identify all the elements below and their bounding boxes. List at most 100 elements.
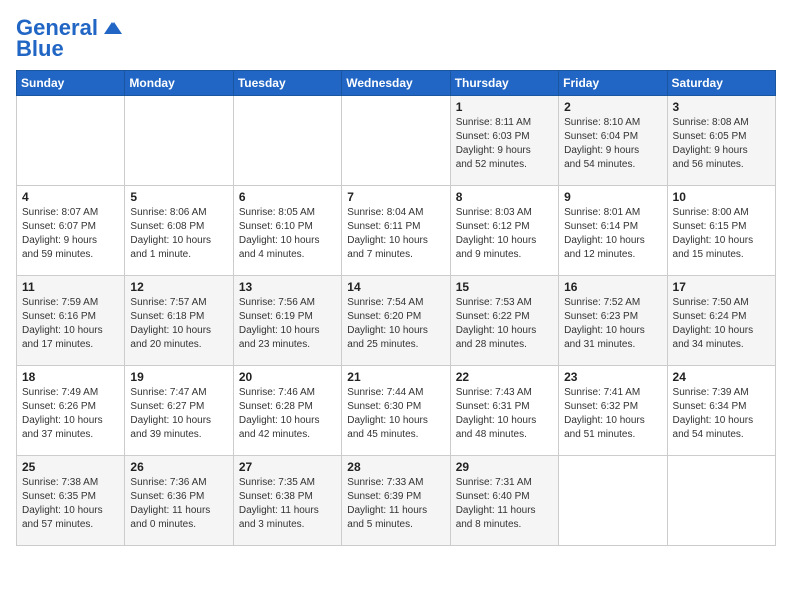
day-number: 24 (673, 370, 770, 384)
day-info: Sunrise: 7:44 AM Sunset: 6:30 PM Dayligh… (347, 386, 444, 442)
calendar-cell (233, 96, 341, 186)
day-number: 17 (673, 280, 770, 294)
day-number: 2 (564, 100, 661, 114)
day-header-monday: Monday (125, 71, 233, 96)
day-info: Sunrise: 8:03 AM Sunset: 6:12 PM Dayligh… (456, 206, 553, 262)
day-info: Sunrise: 7:56 AM Sunset: 6:19 PM Dayligh… (239, 296, 336, 352)
calendar-cell: 1 Sunrise: 8:11 AM Sunset: 6:03 PM Daylig… (450, 96, 558, 186)
calendar-cell: 10Sunrise: 8:00 AM Sunset: 6:15 PM Dayli… (667, 186, 775, 276)
calendar-header-row: SundayMondayTuesdayWednesdayThursdayFrid… (17, 71, 776, 96)
day-number: 5 (130, 190, 227, 204)
day-info: Sunrise: 7:52 AM Sunset: 6:23 PM Dayligh… (564, 296, 661, 352)
day-header-sunday: Sunday (17, 71, 125, 96)
calendar-week-1: 1 Sunrise: 8:11 AM Sunset: 6:03 PM Daylig… (17, 96, 776, 186)
day-info: Sunrise: 7:39 AM Sunset: 6:34 PM Dayligh… (673, 386, 770, 442)
day-number: 27 (239, 460, 336, 474)
day-info: Sunrise: 7:33 AM Sunset: 6:39 PM Dayligh… (347, 476, 444, 532)
day-number: 11 (22, 280, 119, 294)
day-info: Sunrise: 7:36 AM Sunset: 6:36 PM Dayligh… (130, 476, 227, 532)
day-header-tuesday: Tuesday (233, 71, 341, 96)
day-number: 19 (130, 370, 227, 384)
day-info: Sunrise: 8:08 AM Sunset: 6:05 PM Dayligh… (673, 116, 770, 172)
calendar-cell: 12 Sunrise: 7:57 AM Sunset: 6:18 PM Dayli… (125, 276, 233, 366)
calendar-cell: 19 Sunrise: 7:47 AM Sunset: 6:27 PM Dayli… (125, 366, 233, 456)
day-info: Sunrise: 7:59 AM Sunset: 6:16 PM Dayligh… (22, 296, 119, 352)
calendar-cell: 11 Sunrise: 7:59 AM Sunset: 6:16 PM Dayli… (17, 276, 125, 366)
day-info: Sunrise: 7:38 AM Sunset: 6:35 PM Dayligh… (22, 476, 119, 532)
day-number: 13 (239, 280, 336, 294)
calendar-cell (342, 96, 450, 186)
day-number: 20 (239, 370, 336, 384)
day-info: Sunrise: 7:57 AM Sunset: 6:18 PM Dayligh… (130, 296, 227, 352)
calendar-cell: 18 Sunrise: 7:49 AM Sunset: 6:26 PM Dayli… (17, 366, 125, 456)
calendar-cell: 4 Sunrise: 8:07 AM Sunset: 6:07 PM Daylig… (17, 186, 125, 276)
calendar-cell: 7 Sunrise: 8:04 AM Sunset: 6:11 PM Daylig… (342, 186, 450, 276)
calendar-cell (17, 96, 125, 186)
day-number: 12 (130, 280, 227, 294)
day-header-friday: Friday (559, 71, 667, 96)
day-number: 8 (456, 190, 553, 204)
day-info: Sunrise: 8:07 AM Sunset: 6:07 PM Dayligh… (22, 206, 119, 262)
day-number: 18 (22, 370, 119, 384)
calendar-cell: 3 Sunrise: 8:08 AM Sunset: 6:05 PM Daylig… (667, 96, 775, 186)
calendar-table: SundayMondayTuesdayWednesdayThursdayFrid… (16, 70, 776, 546)
day-info: Sunrise: 8:04 AM Sunset: 6:11 PM Dayligh… (347, 206, 444, 262)
day-number: 26 (130, 460, 227, 474)
day-number: 14 (347, 280, 444, 294)
calendar-cell: 14 Sunrise: 7:54 AM Sunset: 6:20 PM Dayli… (342, 276, 450, 366)
calendar-cell: 28Sunrise: 7:33 AM Sunset: 6:39 PM Dayli… (342, 456, 450, 546)
calendar-cell: 13 Sunrise: 7:56 AM Sunset: 6:19 PM Dayli… (233, 276, 341, 366)
calendar-cell: 15Sunrise: 7:53 AM Sunset: 6:22 PM Dayli… (450, 276, 558, 366)
day-number: 4 (22, 190, 119, 204)
day-number: 22 (456, 370, 553, 384)
day-number: 29 (456, 460, 553, 474)
day-info: Sunrise: 8:01 AM Sunset: 6:14 PM Dayligh… (564, 206, 661, 262)
logo-icon (100, 16, 124, 40)
day-header-thursday: Thursday (450, 71, 558, 96)
calendar-cell: 21 Sunrise: 7:44 AM Sunset: 6:30 PM Dayli… (342, 366, 450, 456)
calendar-cell: 16 Sunrise: 7:52 AM Sunset: 6:23 PM Dayli… (559, 276, 667, 366)
day-number: 7 (347, 190, 444, 204)
day-info: Sunrise: 7:41 AM Sunset: 6:32 PM Dayligh… (564, 386, 661, 442)
day-info: Sunrise: 8:05 AM Sunset: 6:10 PM Dayligh… (239, 206, 336, 262)
day-number: 21 (347, 370, 444, 384)
day-number: 1 (456, 100, 553, 114)
calendar-cell (667, 456, 775, 546)
day-info: Sunrise: 7:31 AM Sunset: 6:40 PM Dayligh… (456, 476, 553, 532)
day-number: 23 (564, 370, 661, 384)
calendar-week-2: 4 Sunrise: 8:07 AM Sunset: 6:07 PM Daylig… (17, 186, 776, 276)
day-info: Sunrise: 7:47 AM Sunset: 6:27 PM Dayligh… (130, 386, 227, 442)
day-info: Sunrise: 8:11 AM Sunset: 6:03 PM Dayligh… (456, 116, 553, 172)
calendar-cell: 25 Sunrise: 7:38 AM Sunset: 6:35 PM Dayli… (17, 456, 125, 546)
calendar-cell: 20 Sunrise: 7:46 AM Sunset: 6:28 PM Dayli… (233, 366, 341, 456)
calendar-cell: 17 Sunrise: 7:50 AM Sunset: 6:24 PM Dayli… (667, 276, 775, 366)
calendar-cell: 8 Sunrise: 8:03 AM Sunset: 6:12 PM Daylig… (450, 186, 558, 276)
day-info: Sunrise: 7:54 AM Sunset: 6:20 PM Dayligh… (347, 296, 444, 352)
calendar-cell: 29 Sunrise: 7:31 AM Sunset: 6:40 PM Dayli… (450, 456, 558, 546)
calendar-cell: 24 Sunrise: 7:39 AM Sunset: 6:34 PM Dayli… (667, 366, 775, 456)
calendar-cell: 5 Sunrise: 8:06 AM Sunset: 6:08 PM Daylig… (125, 186, 233, 276)
day-info: Sunrise: 7:35 AM Sunset: 6:38 PM Dayligh… (239, 476, 336, 532)
day-number: 10 (673, 190, 770, 204)
page-header: General Blue (16, 16, 776, 62)
day-number: 25 (22, 460, 119, 474)
day-header-wednesday: Wednesday (342, 71, 450, 96)
day-number: 16 (564, 280, 661, 294)
day-info: Sunrise: 7:46 AM Sunset: 6:28 PM Dayligh… (239, 386, 336, 442)
calendar-cell: 9 Sunrise: 8:01 AM Sunset: 6:14 PM Daylig… (559, 186, 667, 276)
calendar-cell: 26 Sunrise: 7:36 AM Sunset: 6:36 PM Dayli… (125, 456, 233, 546)
day-info: Sunrise: 7:49 AM Sunset: 6:26 PM Dayligh… (22, 386, 119, 442)
day-info: Sunrise: 7:43 AM Sunset: 6:31 PM Dayligh… (456, 386, 553, 442)
calendar-week-3: 11 Sunrise: 7:59 AM Sunset: 6:16 PM Dayli… (17, 276, 776, 366)
day-info: Sunrise: 7:50 AM Sunset: 6:24 PM Dayligh… (673, 296, 770, 352)
day-number: 3 (673, 100, 770, 114)
calendar-week-5: 25 Sunrise: 7:38 AM Sunset: 6:35 PM Dayli… (17, 456, 776, 546)
calendar-cell: 6Sunrise: 8:05 AM Sunset: 6:10 PM Daylig… (233, 186, 341, 276)
day-number: 15 (456, 280, 553, 294)
calendar-week-4: 18 Sunrise: 7:49 AM Sunset: 6:26 PM Dayli… (17, 366, 776, 456)
calendar-cell: 27 Sunrise: 7:35 AM Sunset: 6:38 PM Dayli… (233, 456, 341, 546)
logo: General Blue (16, 16, 124, 62)
calendar-cell: 2Sunrise: 8:10 AM Sunset: 6:04 PM Daylig… (559, 96, 667, 186)
day-number: 9 (564, 190, 661, 204)
day-info: Sunrise: 8:06 AM Sunset: 6:08 PM Dayligh… (130, 206, 227, 262)
